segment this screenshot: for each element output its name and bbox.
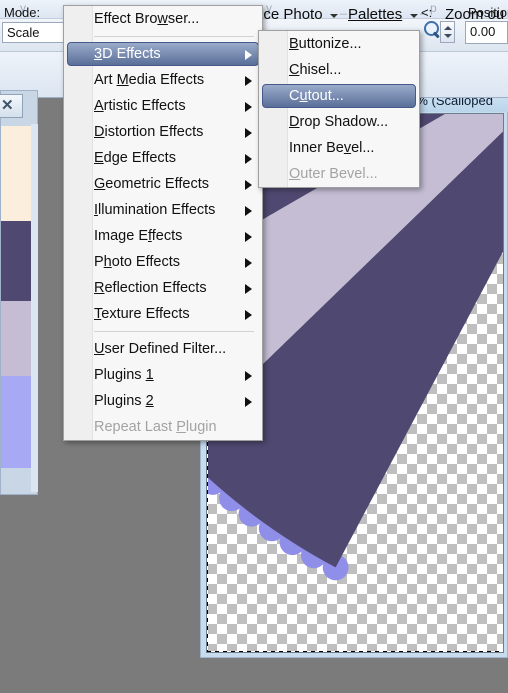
color-swatch-periwinkle[interactable] [1, 376, 31, 468]
submenu-arrow-icon [245, 371, 252, 381]
color-swatch-cream[interactable] [1, 126, 31, 221]
menu-item-art-media-effects[interactable]: Art Media Effects [64, 67, 262, 93]
color-swatch-lavender[interactable] [1, 301, 31, 376]
close-palette-button[interactable]: ✕ [0, 94, 23, 118]
menu-separator [94, 36, 254, 37]
menu-item-illumination-effects[interactable]: Illumination Effects [64, 197, 262, 223]
menu-item-user-defined-filter[interactable]: User Defined Filter... [64, 336, 262, 362]
menu-item-label: Cutout... [289, 88, 344, 104]
color-swatch-dark-purple[interactable] [1, 221, 31, 301]
palette-panel[interactable]: ✕ [0, 90, 38, 495]
submenu-arrow-icon [245, 310, 252, 320]
menu-item-effect-browser[interactable]: Effect Browser... [64, 6, 262, 32]
toolbar-item-experience-photo[interactable]: nce Photo [255, 6, 323, 23]
close-x-icon: ✕ [1, 97, 14, 114]
chevron-down-icon[interactable] [410, 14, 418, 18]
menu-item-photo-effects[interactable]: Photo Effects [64, 249, 262, 275]
menu-item-distortion-effects[interactable]: Distortion Effects [64, 119, 262, 145]
menu-item-label: User Defined Filter... [94, 341, 227, 357]
menu-item-label: Outer Bevel... [289, 166, 378, 182]
submenu-arrow-icon [245, 102, 252, 112]
menu-item-repeat-last-plugin: Repeat Last Plugin [64, 414, 262, 440]
menu-item-label: Texture Effects [94, 306, 190, 322]
menu-item-geometric-effects[interactable]: Geometric Effects [64, 171, 262, 197]
menu-separator [94, 331, 254, 332]
palette-inner-border [31, 124, 38, 492]
menu-item-label: Buttonize... [289, 36, 362, 52]
menu-item-label: Art Media Effects [94, 72, 205, 88]
magnifier-handle [433, 31, 440, 39]
stepper-up-icon[interactable] [444, 26, 452, 30]
submenu-arrow-icon [245, 397, 252, 407]
submenu-arrow-icon [245, 128, 252, 138]
effects-menu[interactable]: Effect Browser... 3D Effects Art Media Eff… [63, 5, 263, 441]
submenu-item-outer-bevel: Outer Bevel... [259, 161, 419, 187]
menu-item-image-effects[interactable]: Image Effects [64, 223, 262, 249]
stepper-down-icon[interactable] [444, 34, 452, 38]
menu-item-label: Effect Browser... [94, 11, 200, 27]
menu-item-edge-effects[interactable]: Edge Effects [64, 145, 262, 171]
menu-item-plugins-2[interactable]: Plugins 2 [64, 388, 262, 414]
menu-item-label: Geometric Effects [94, 176, 209, 192]
menu-item-label: Drop Shadow... [289, 114, 389, 130]
submenu-arrow-icon [245, 206, 252, 216]
magnifier-icon[interactable] [424, 21, 441, 39]
menu-item-3d-effects[interactable]: 3D Effects [64, 41, 262, 67]
menu-item-artistic-effects[interactable]: Artistic Effects [64, 93, 262, 119]
position-input[interactable]: 0.00 [465, 21, 508, 44]
chevron-down-icon[interactable] [330, 14, 338, 18]
mode-label: Mode: [4, 5, 41, 20]
three-d-submenu-items: Buttonize... Chisel... Cutout... Drop Shado… [259, 31, 419, 187]
submenu-arrow-icon [245, 154, 252, 164]
submenu-arrow-icon [245, 232, 252, 242]
submenu-arrow-icon [245, 284, 252, 294]
menu-item-label: Distortion Effects [94, 124, 204, 140]
submenu-item-cutout[interactable]: Cutout... [259, 83, 419, 109]
submenu-arrow-icon [245, 258, 252, 268]
menu-item-label: Plugins 2 [94, 393, 154, 409]
effects-menu-items: Effect Browser... 3D Effects Art Media Eff… [64, 6, 262, 440]
menu-item-plugins-1[interactable]: Plugins 1 [64, 362, 262, 388]
menu-item-label: Repeat Last Plugin [94, 419, 217, 435]
submenu-item-chisel[interactable]: Chisel... [259, 57, 419, 83]
menu-item-label: Edge Effects [94, 150, 176, 166]
menu-item-label: Illumination Effects [94, 202, 216, 218]
three-d-effects-submenu[interactable]: Buttonize... Chisel... Cutout... Drop Shado… [258, 30, 420, 188]
menu-item-label: Image Effects [94, 228, 183, 244]
toolbar-item-palettes[interactable]: Palettes [348, 6, 402, 23]
submenu-arrow-icon [245, 50, 252, 60]
position-label: Position [468, 5, 508, 20]
menu-item-label: Inner Bevel... [289, 140, 375, 156]
menu-item-label: Reflection Effects [94, 280, 207, 296]
menu-item-reflection-effects[interactable]: Reflection Effects [64, 275, 262, 301]
menu-item-label: Plugins 1 [94, 367, 154, 383]
submenu-item-drop-shadow[interactable]: Drop Shadow... [259, 109, 419, 135]
submenu-item-buttonize[interactable]: Buttonize... [259, 31, 419, 57]
partial-label: <: [421, 5, 433, 20]
numeric-stepper[interactable] [440, 21, 455, 43]
menu-item-label: Artistic Effects [94, 98, 186, 114]
menu-item-label: Photo Effects [94, 254, 180, 270]
mode-dropdown[interactable]: Scale [2, 22, 66, 43]
submenu-arrow-icon [245, 76, 252, 86]
menu-item-label: Chisel... [289, 62, 342, 78]
menu-item-texture-effects[interactable]: Texture Effects [64, 301, 262, 327]
selection-marquee-bottom [207, 651, 503, 652]
submenu-item-inner-bevel[interactable]: Inner Bevel... [259, 135, 419, 161]
menu-item-label: 3D Effects [94, 46, 161, 62]
submenu-arrow-icon [245, 180, 252, 190]
